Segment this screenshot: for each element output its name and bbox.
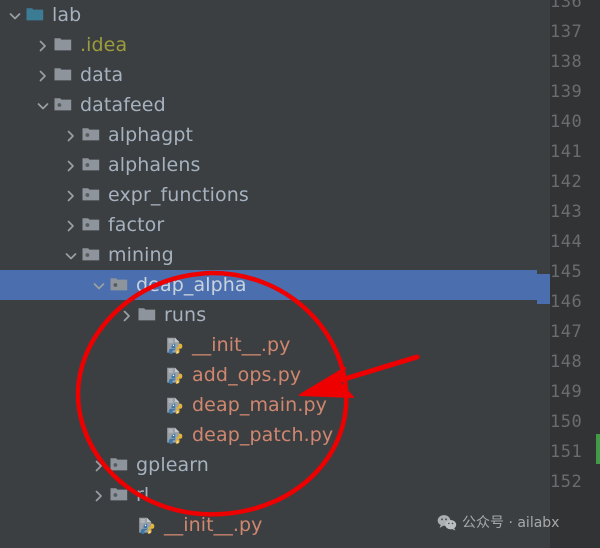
tree-row[interactable]: alphagpt: [0, 120, 537, 150]
chevron-right-icon[interactable]: [90, 450, 108, 480]
screenshot-root: lab .idea data datafeed alphagpt alphalens exp…: [0, 0, 600, 548]
chevron-down-icon[interactable]: [62, 240, 80, 270]
folder-package-icon: [52, 90, 76, 120]
tree-node-label: lab: [52, 4, 82, 26]
tree-row[interactable]: __init__.py: [0, 330, 537, 360]
tree-row[interactable]: lab: [0, 0, 537, 30]
line-number: 137: [550, 22, 583, 42]
python-file-icon: [136, 510, 160, 540]
chevron-right-icon[interactable]: [62, 120, 80, 150]
selection-marker: [537, 274, 550, 304]
folder-package-icon: [80, 240, 104, 270]
tree-row[interactable]: rl: [0, 480, 537, 510]
tree-row[interactable]: expr_functions: [0, 180, 537, 210]
python-file-icon: [164, 360, 188, 390]
line-number: 138: [550, 52, 583, 72]
line-number: 145: [550, 262, 583, 282]
tree-node-label: .idea: [80, 34, 128, 56]
project-tree-panel[interactable]: lab .idea data datafeed alphagpt alphalens exp…: [0, 0, 537, 548]
tree-row[interactable]: runs: [0, 300, 537, 330]
line-number: 148: [550, 352, 583, 372]
python-file-icon: [164, 390, 188, 420]
folder-plain-icon: [52, 60, 76, 90]
folder-plain-icon: [52, 30, 76, 60]
tree-node-label: deap_alpha: [136, 274, 247, 296]
chevron-right-icon[interactable]: [34, 30, 52, 60]
tree-row[interactable]: add_ops.py: [0, 360, 537, 390]
line-number: 152: [550, 472, 583, 492]
line-number: 144: [550, 232, 583, 252]
folder-package-icon: [108, 480, 132, 510]
tree-node-label: gplearn: [136, 454, 209, 476]
chevron-down-icon[interactable]: [34, 90, 52, 120]
watermark: 公众号 · ailabx: [437, 512, 559, 532]
watermark-text: 公众号 · ailabx: [462, 515, 560, 531]
line-number: 150: [550, 412, 583, 432]
tree-row[interactable]: data: [0, 60, 537, 90]
tree-node-label: data: [80, 64, 124, 86]
tree-node-label: deap_main.py: [192, 394, 327, 416]
tree-row[interactable]: factor: [0, 210, 537, 240]
tree-node-label: __init__.py: [192, 334, 291, 356]
tree-row[interactable]: alphalens: [0, 150, 537, 180]
line-number: 146: [550, 292, 583, 312]
tree-node-label: factor: [108, 214, 165, 236]
folder-package-icon: [80, 150, 104, 180]
chevron-down-icon[interactable]: [90, 270, 108, 300]
line-number: 149: [550, 382, 583, 402]
folder-package-icon: [108, 450, 132, 480]
tree-node-label: mining: [108, 244, 174, 266]
tree-row[interactable]: deap_alpha: [0, 270, 537, 300]
tree-row[interactable]: gplearn: [0, 450, 537, 480]
chevron-right-icon[interactable]: [62, 150, 80, 180]
folder-package-icon: [80, 180, 104, 210]
chevron-right-icon[interactable]: [62, 180, 80, 210]
wechat-icon: [437, 514, 457, 530]
folder-module-icon: [24, 0, 48, 30]
vcs-added-lines-marker: [596, 434, 600, 464]
python-file-icon: [164, 420, 188, 450]
tree-node-label: rl: [136, 484, 150, 506]
line-number: 140: [550, 112, 583, 132]
chevron-right-icon[interactable]: [62, 210, 80, 240]
tree-node-label: alphalens: [108, 154, 201, 176]
line-number: 147: [550, 322, 583, 342]
python-file-icon: [164, 330, 188, 360]
chevron-right-icon[interactable]: [90, 480, 108, 510]
line-number: 141: [550, 142, 583, 162]
folder-plain-icon: [136, 300, 160, 330]
chevron-right-icon[interactable]: [118, 300, 136, 330]
folder-package-icon: [80, 120, 104, 150]
chevron-right-icon[interactable]: [34, 60, 52, 90]
line-number: 151: [550, 442, 583, 462]
line-number: 139: [550, 82, 583, 102]
line-number: 143: [550, 202, 583, 222]
tree-node-label: add_ops.py: [192, 364, 302, 386]
chevron-down-icon[interactable]: [6, 0, 24, 30]
tree-node-label: alphagpt: [108, 124, 194, 146]
folder-package-icon: [108, 270, 132, 300]
line-number: 136: [550, 0, 583, 12]
line-number: 142: [550, 172, 583, 192]
tree-node-label: runs: [164, 304, 207, 326]
folder-package-icon: [80, 210, 104, 240]
tree-node-label: deap_patch.py: [192, 424, 334, 446]
tree-node-label: expr_functions: [108, 184, 249, 206]
tree-row[interactable]: deap_main.py: [0, 390, 537, 420]
tree-node-label: datafeed: [80, 94, 166, 116]
tree-row[interactable]: datafeed: [0, 90, 537, 120]
editor-line-number-gutter: 136 137 138 139 140 141 142 143 144 145 146 147 148 1…: [550, 0, 600, 548]
tree-row[interactable]: mining: [0, 240, 537, 270]
tree-row[interactable]: deap_patch.py: [0, 420, 537, 450]
tree-node-label: __init__.py: [164, 514, 263, 536]
tree-row[interactable]: .idea: [0, 30, 537, 60]
